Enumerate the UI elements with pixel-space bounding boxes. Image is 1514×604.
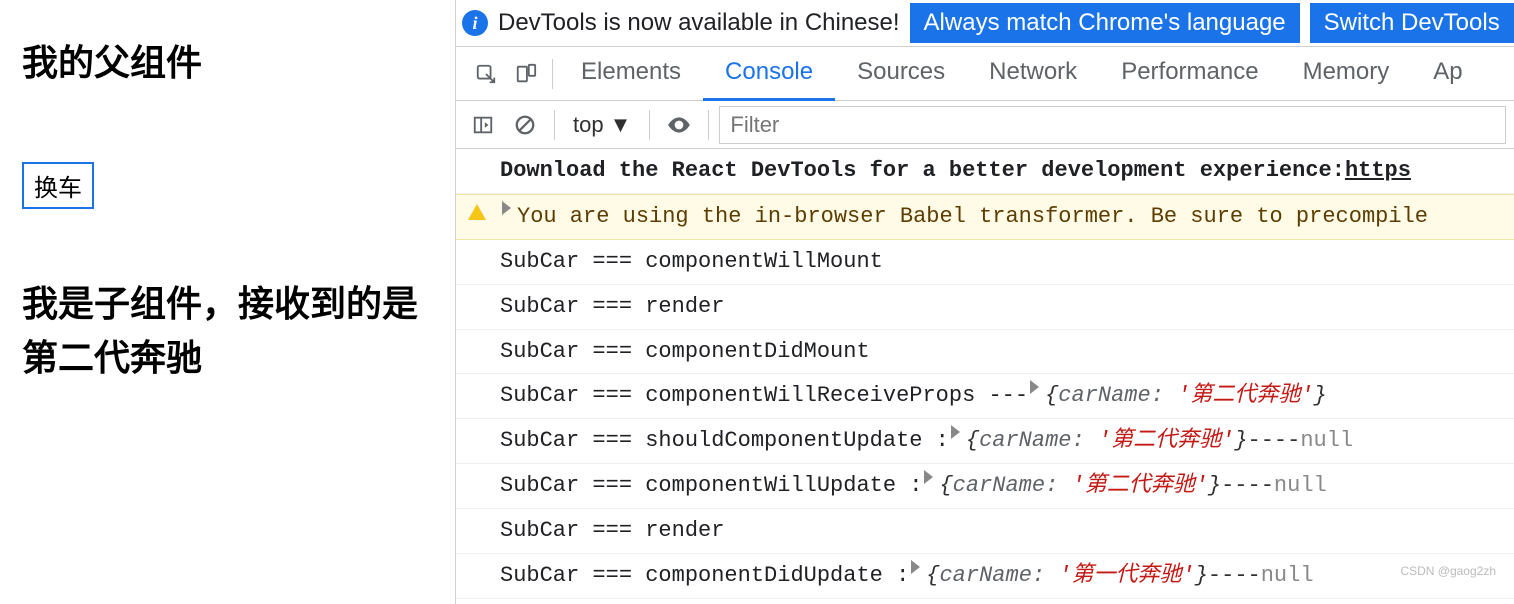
log-line: SubCar === componentDidMount <box>456 330 1514 375</box>
separator <box>649 110 650 140</box>
warning-icon <box>468 204 486 220</box>
parent-title: 我的父组件 <box>22 34 433 86</box>
download-link[interactable]: https <box>1345 155 1411 187</box>
log-line: SubCar === componentWillMount <box>456 240 1514 285</box>
switch-devtools-button[interactable]: Switch DevTools <box>1310 3 1514 43</box>
console-sidebar-toggle-icon[interactable] <box>464 106 502 144</box>
devtools-infobar: i DevTools is now available in Chinese! … <box>456 0 1514 47</box>
console-log-body: Download the React DevTools for a better… <box>456 149 1514 604</box>
always-match-language-button[interactable]: Always match Chrome's language <box>910 3 1300 43</box>
console-toolbar: top ▼ <box>456 101 1514 149</box>
separator <box>552 59 553 89</box>
log-download-react-devtools: Download the React DevTools for a better… <box>456 149 1514 194</box>
tab-console[interactable]: Console <box>703 47 835 101</box>
tab-performance[interactable]: Performance <box>1099 47 1280 101</box>
infobar-text: DevTools is now available in Chinese! <box>498 9 900 37</box>
expand-icon[interactable] <box>502 201 511 215</box>
expand-icon[interactable] <box>911 560 920 574</box>
watermark: CSDN @gaog2zh <box>1400 564 1496 578</box>
console-prompt[interactable]: > <box>456 599 1514 604</box>
log-line: SubCar === render <box>456 509 1514 554</box>
log-line: SubCar === render <box>456 285 1514 330</box>
clear-console-icon[interactable] <box>506 106 544 144</box>
filter-input[interactable] <box>719 106 1506 144</box>
tab-elements[interactable]: Elements <box>559 47 703 101</box>
log-line: SubCar === componentDidUpdate : {carName… <box>456 554 1514 599</box>
devtools-panel: i DevTools is now available in Chinese! … <box>455 0 1514 604</box>
dropdown-icon: ▼ <box>610 112 632 138</box>
log-line: SubCar === shouldComponentUpdate : {carN… <box>456 419 1514 464</box>
expand-icon[interactable] <box>951 425 960 439</box>
device-toolbar-icon[interactable] <box>506 55 546 93</box>
context-selector[interactable]: top ▼ <box>565 112 639 138</box>
tab-sources[interactable]: Sources <box>835 47 967 101</box>
separator <box>708 110 709 140</box>
context-label: top <box>573 112 604 138</box>
live-expression-eye-icon[interactable] <box>660 106 698 144</box>
tab-network[interactable]: Network <box>967 47 1099 101</box>
separator <box>554 110 555 140</box>
app-preview-pane: 我的父组件 换车 我是子组件，接收到的是第二代奔驰 <box>0 0 455 604</box>
devtools-tabs: Elements Console Sources Network Perform… <box>456 47 1514 101</box>
log-babel-warning: You are using the in-browser Babel trans… <box>456 194 1514 240</box>
inspect-element-icon[interactable] <box>466 55 506 93</box>
swap-car-button[interactable]: 换车 <box>22 162 94 209</box>
tab-memory[interactable]: Memory <box>1281 47 1412 101</box>
tab-application[interactable]: Ap <box>1411 47 1484 101</box>
expand-icon[interactable] <box>924 470 933 484</box>
info-icon: i <box>462 10 488 36</box>
log-line: SubCar === componentWillReceiveProps ---… <box>456 374 1514 419</box>
expand-icon[interactable] <box>1030 380 1039 394</box>
child-component-text: 我是子组件，接收到的是第二代奔驰 <box>22 277 433 385</box>
log-line: SubCar === componentWillUpdate : {carNam… <box>456 464 1514 509</box>
